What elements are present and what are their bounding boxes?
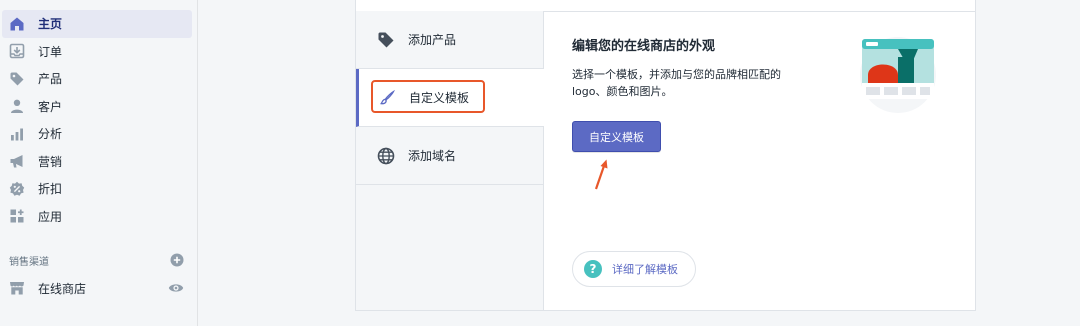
sidebar: 主页 订单 产品 客户 分析 营销 折扣 应用 销售渠道 在线商店: [0, 0, 198, 326]
tab-customize-theme[interactable]: 自定义模板: [356, 69, 544, 127]
sidebar-item-label: 应用: [38, 209, 63, 224]
sidebar-item-label: 营销: [38, 154, 63, 169]
setup-guide-card: 添加产品 自定义模板 添加域名 编辑您的在线商店的外观 选择一个模板，并添加与您…: [355, 0, 976, 311]
sidebar-item-products[interactable]: 产品: [2, 65, 192, 93]
user-icon: [9, 98, 25, 114]
setup-tabs: 添加产品 自定义模板 添加域名: [356, 11, 544, 310]
sidebar-item-label: 折扣: [38, 182, 63, 197]
sidebar-item-label: 分析: [38, 127, 63, 142]
sales-channels-heading: 销售渠道: [9, 256, 49, 268]
tab-label: 添加域名: [408, 149, 457, 163]
sidebar-item-home[interactable]: 主页: [2, 10, 192, 38]
sidebar-item-marketing[interactable]: 营销: [2, 148, 192, 176]
sidebar-item-analytics[interactable]: 分析: [2, 120, 192, 148]
apps-icon: [9, 208, 25, 224]
learn-about-themes-link[interactable]: ? 详细了解模板: [572, 251, 696, 287]
globe-icon: [377, 147, 395, 165]
sidebar-item-label: 在线商店: [38, 281, 87, 296]
tab-label: 添加产品: [408, 33, 457, 47]
megaphone-icon: [9, 153, 25, 169]
help-link-label: 详细了解模板: [612, 263, 678, 276]
sidebar-item-label: 主页: [38, 17, 63, 32]
bar-chart-icon: [9, 126, 25, 142]
orders-icon: [9, 43, 25, 59]
sidebar-item-label: 产品: [38, 72, 63, 87]
highlight-annotation-box: [371, 80, 485, 113]
sidebar-item-label: 订单: [38, 44, 63, 59]
sales-channels-header: 销售渠道: [0, 250, 198, 270]
sidebar-item-orders[interactable]: 订单: [2, 38, 192, 66]
tab-add-product[interactable]: 添加产品: [356, 11, 543, 69]
theme-illustration-icon: [860, 37, 936, 113]
discount-icon: [9, 181, 25, 197]
sidebar-item-discounts[interactable]: 折扣: [2, 175, 192, 203]
sidebar-item-customers[interactable]: 客户: [2, 93, 192, 121]
customize-theme-button[interactable]: 自定义模板: [572, 121, 661, 152]
home-icon: [9, 16, 25, 32]
sidebar-item-online-store[interactable]: 在线商店: [0, 276, 198, 300]
sidebar-item-label: 客户: [38, 99, 63, 114]
plus-circle-icon[interactable]: [170, 253, 184, 267]
arrow-annotation-icon: [594, 159, 608, 190]
sidebar-item-apps[interactable]: 应用: [2, 203, 192, 231]
question-mark-icon: ?: [584, 260, 602, 278]
content-description: 选择一个模板，并添加与您的品牌相匹配的logo、颜色和图片。: [572, 68, 781, 98]
eye-icon[interactable]: [168, 282, 184, 294]
store-icon: [9, 280, 25, 296]
sidebar-nav: 主页 订单 产品 客户 分析 营销 折扣 应用: [0, 10, 198, 230]
tag-icon: [9, 71, 25, 87]
tab-add-domain[interactable]: 添加域名: [356, 127, 543, 185]
tag-icon: [377, 31, 395, 49]
